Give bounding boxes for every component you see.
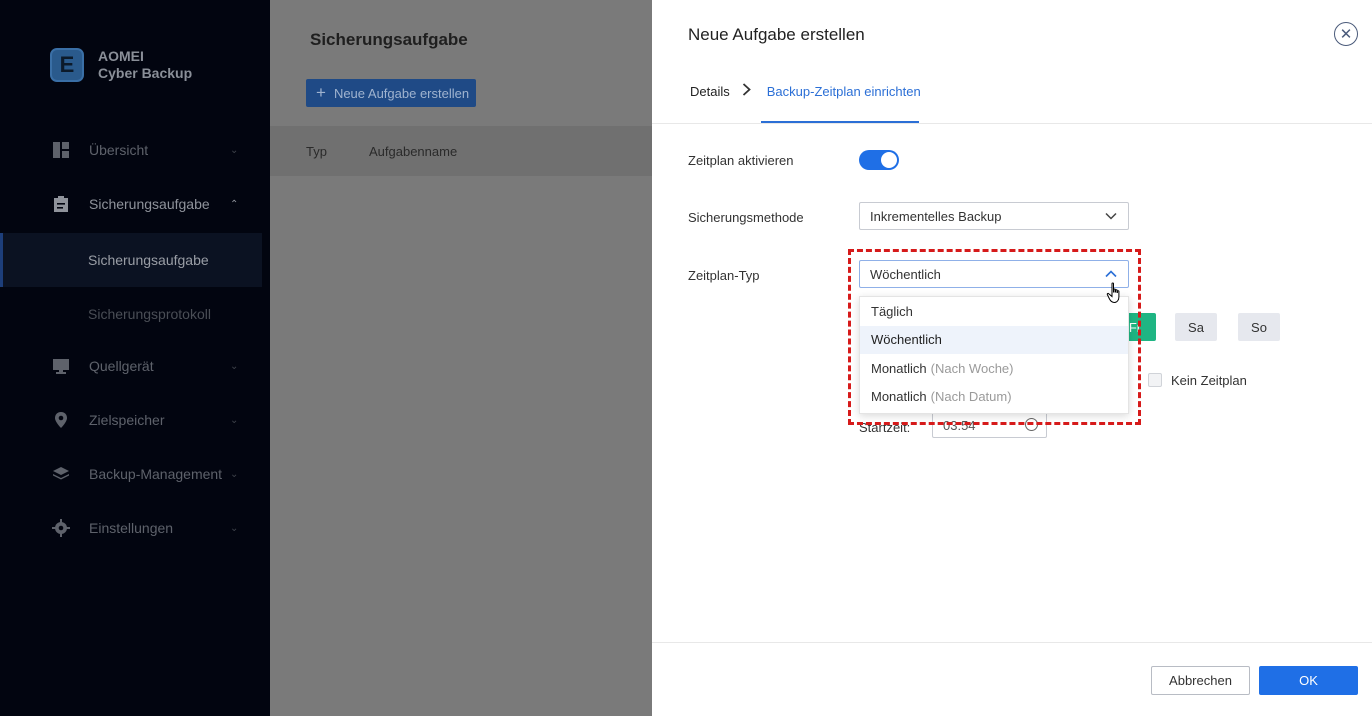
sidebar-subitem-sicherungsprotokoll[interactable]: Sicherungsprotokoll [0, 287, 262, 341]
dialog-title: Neue Aufgabe erstellen [688, 25, 865, 44]
sidebar-item-label: Quellgerät [89, 358, 154, 374]
sidebar-item-label: Übersicht [89, 142, 149, 158]
page-title: Sicherungsaufgabe [310, 30, 468, 49]
sidebar-item-einstellungen[interactable]: Einstellungen ⌄ [0, 501, 262, 555]
day-label: So [1251, 319, 1267, 335]
option-label: Wöchentlich [871, 332, 942, 348]
schedule-enable-label: Zeitplan aktivieren [688, 153, 794, 168]
day-button-sa[interactable]: Sa [1175, 313, 1217, 341]
column-header-aufgabenname: Aufgabenname [369, 143, 458, 159]
schedule-type-label: Zeitplan-Typ [688, 268, 760, 283]
sidebar-item-label: Backup-Management [89, 466, 223, 482]
location-pin-icon [52, 411, 70, 429]
chevron-up-icon [1104, 267, 1118, 281]
breadcrumb: Details Backup-Zeitplan einrichten [690, 83, 921, 99]
breadcrumb-step-details[interactable]: Details [690, 84, 730, 99]
divider [652, 123, 1372, 124]
dropdown-option-taeglich[interactable]: Täglich [860, 297, 1128, 326]
breadcrumb-step-schedule[interactable]: Backup-Zeitplan einrichten [767, 84, 921, 99]
layers-icon [52, 465, 70, 483]
chevron-down-icon [1104, 209, 1118, 223]
sidebar-item-label: Einstellungen [89, 520, 174, 536]
app-name: AOMEI Cyber Backup [98, 48, 192, 82]
dashboard-icon [52, 141, 70, 159]
sidebar-item-sicherungsaufgabe[interactable]: Sicherungsaufgabe ⌃ [0, 177, 262, 231]
sidebar-item-quellgeraet[interactable]: Quellgerät ⌄ [0, 339, 262, 393]
schedule-enable-toggle[interactable] [859, 150, 899, 170]
sidebar-subitem-label: Sicherungsaufgabe [88, 252, 209, 268]
day-button-so[interactable]: So [1238, 313, 1280, 341]
dropdown-option-monatlich-woche[interactable]: Monatlich (Nach Woche) [860, 354, 1128, 383]
schedule-type-value: Wöchentlich [870, 266, 941, 282]
sidebar-item-zielspeicher[interactable]: Zielspeicher ⌄ [0, 393, 262, 447]
new-task-button[interactable]: + Neue Aufgabe erstellen [306, 79, 476, 107]
option-label: Täglich [871, 303, 913, 319]
sidebar-item-label: Sicherungsaufgabe [89, 196, 210, 212]
chevron-down-icon: ⌄ [230, 414, 239, 426]
clipboard-icon [52, 195, 70, 213]
chevron-down-icon: ⌄ [230, 468, 239, 480]
app-logo: E AOMEI Cyber Backup [50, 48, 192, 82]
backup-method-select[interactable]: Inkrementelles Backup [859, 202, 1129, 230]
chevron-down-icon: ⌄ [230, 360, 239, 372]
new-task-button-label: Neue Aufgabe erstellen [333, 85, 470, 101]
new-task-dialog: Neue Aufgabe erstellen ✕ Details Backup-… [652, 0, 1372, 716]
option-label: Monatlich [871, 389, 927, 405]
chevron-up-icon: ⌃ [230, 198, 239, 210]
close-icon[interactable]: ✕ [1334, 22, 1358, 46]
backup-method-label: Sicherungsmethode [688, 210, 804, 225]
start-time-value: 03:54 [943, 417, 976, 433]
dropdown-option-woechentlich[interactable]: Wöchentlich [860, 325, 1128, 354]
clock-icon [1025, 418, 1038, 431]
hand-pointer-icon [1106, 282, 1124, 307]
chevron-right-icon [742, 83, 751, 99]
schedule-type-select[interactable]: Wöchentlich [859, 260, 1129, 288]
backup-method-value: Inkrementelles Backup [870, 208, 1002, 224]
schedule-type-dropdown: Täglich Wöchentlich Monatlich (Nach Woch… [859, 296, 1129, 414]
gear-icon [52, 519, 70, 537]
plus-icon: + [316, 83, 326, 102]
ok-button[interactable]: OK [1259, 666, 1358, 695]
sidebar-item-label: Zielspeicher [89, 412, 165, 428]
monitor-icon [52, 357, 70, 375]
sidebar-item-uebersicht[interactable]: Übersicht ⌄ [0, 123, 262, 177]
day-label: Sa [1188, 319, 1204, 335]
no-schedule-checkbox[interactable] [1148, 373, 1162, 387]
divider [652, 642, 1372, 643]
column-header-typ: Typ [306, 143, 327, 159]
chevron-down-icon: ⌄ [230, 144, 239, 156]
main-content-overlay: Sicherungsaufgabe + Neue Aufgabe erstell… [270, 0, 652, 716]
sidebar-subitem-label: Sicherungsprotokoll [88, 306, 211, 322]
app-name-line1: AOMEI [98, 48, 144, 64]
start-time-label: Startzeit: [859, 420, 911, 435]
chevron-down-icon: ⌄ [230, 522, 239, 534]
no-schedule-label: Kein Zeitplan [1171, 373, 1247, 388]
option-hint: (Nach Datum) [930, 389, 1012, 405]
option-hint: (Nach Woche) [930, 360, 1014, 376]
app-name-line2: Cyber Backup [98, 65, 193, 81]
dropdown-option-monatlich-datum[interactable]: Monatlich (Nach Datum) [860, 383, 1128, 412]
start-time-input[interactable]: 03:54 [932, 412, 1047, 438]
day-label: Fr [1128, 319, 1142, 335]
sidebar: E AOMEI Cyber Backup Übersicht ⌄ Sicheru… [0, 0, 270, 716]
aomei-logo-icon: E [50, 48, 84, 82]
option-label: Monatlich [871, 360, 927, 376]
sidebar-item-backup-management[interactable]: Backup-Management ⌄ [0, 447, 262, 501]
cancel-button[interactable]: Abbrechen [1151, 666, 1250, 695]
sidebar-subitem-sicherungsaufgabe[interactable]: Sicherungsaufgabe [0, 233, 262, 287]
table-header: Typ Aufgabenname [270, 126, 652, 176]
